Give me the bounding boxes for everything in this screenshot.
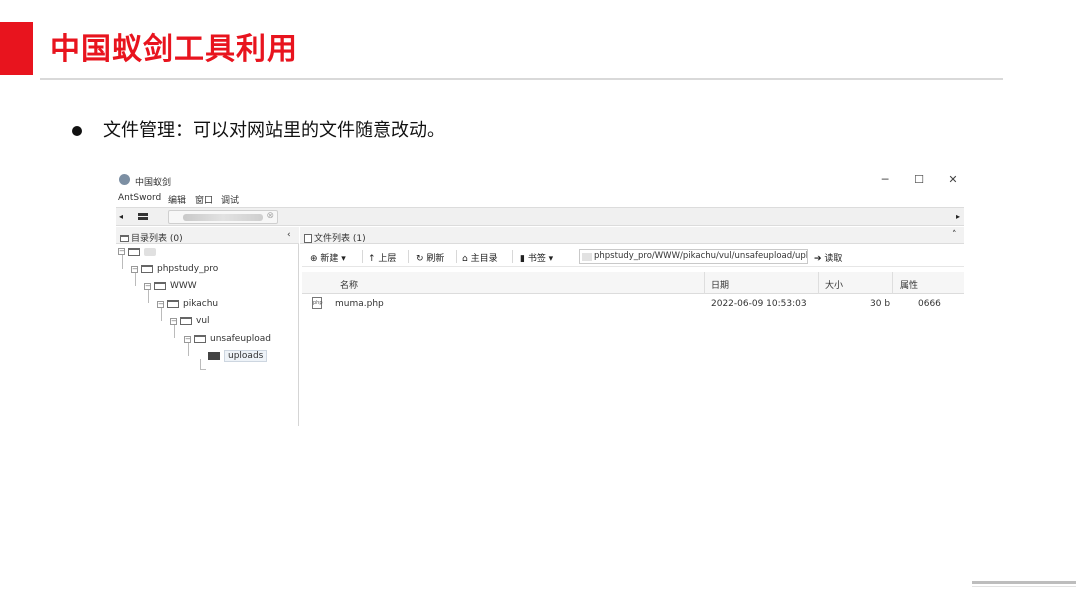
file-size: 30 b [870,299,891,309]
column-divider [704,272,705,294]
tree-item-vul[interactable]: − vul [170,316,210,330]
collapse-toggle-icon[interactable]: − [184,335,191,343]
folder-icon [167,300,179,308]
title-accent-bar [0,22,33,75]
tree-item-label: vul [196,316,210,326]
slide-title: 中国蚁剑工具利用 [50,32,298,67]
antsword-window: 中国蚁剑 ─ ☐ ✕ AntSword 编辑 窗口 调试 ◂ ⊗ ▸ 目录列表 … [116,170,964,426]
column-divider [818,272,819,294]
directory-panel: 目录列表 (0) ‹ − − phpstudy_pro − WWW − pikachu… [116,227,299,426]
redacted-host [183,214,263,221]
tree-item-uploads[interactable]: uploads [208,350,268,365]
collapse-toggle-icon[interactable]: − [157,300,164,308]
menu-edit[interactable]: 编辑 [168,193,186,206]
collapse-up-button[interactable]: ˄ [952,230,957,240]
menu-window[interactable]: 窗口 [195,193,213,206]
tree-item-www[interactable]: − WWW [144,281,197,295]
tree-guide [200,369,206,370]
file-name[interactable]: muma.php [335,299,384,309]
antsword-logo-icon [119,174,130,185]
directory-panel-header: 目录列表 (0) ‹ [116,227,299,244]
path-input[interactable]: phpstudy_pro/WWW/pikachu/vul/unsafeuploa… [579,249,808,264]
title-divider [40,78,1003,80]
folder-icon [128,247,140,256]
home-dir-button[interactable]: ⌂ 主目录 [462,251,498,264]
file-toolbar: ⊕ 新建 ▾ ↑ 上层 ↻ 刷新 ⌂ 主目录 ▮ 书签 ▾ phpstudy_p… [302,247,964,267]
file-date: 2022-06-09 10:53:03 [711,299,807,309]
folder-icon [154,282,166,290]
footer-decoration [972,581,1076,584]
window-title: 中国蚁剑 [135,178,172,188]
tree-guide [200,359,201,369]
column-divider [892,272,893,294]
folder-open-icon [208,352,220,360]
collapse-toggle-icon[interactable]: − [131,265,138,273]
minimize-button[interactable]: ─ [874,172,896,188]
close-button[interactable]: ✕ [942,172,964,188]
folder-icon [180,317,192,325]
read-path-button[interactable]: ➔ 读取 [814,251,842,264]
home-grid-icon[interactable] [138,213,148,220]
folder-icon [194,335,206,343]
tab-scroll-right-icon[interactable]: ▸ [956,212,960,221]
file-grid-header: 名称 日期 大小 属性 [302,272,964,294]
tree-item-phpstudy-pro[interactable]: − phpstudy_pro [131,264,218,278]
file-panel-title: 文件列表 (1) [304,231,366,244]
collapse-toggle-icon[interactable]: − [118,248,125,255]
column-date[interactable]: 日期 [711,278,729,291]
tree-item-label: phpstudy_pro [157,264,219,274]
file-icon [304,234,312,243]
tab-bar: ◂ ⊗ ▸ [116,207,964,226]
menu-bar: AntSword 编辑 窗口 调试 [116,191,964,206]
maximize-button[interactable]: ☐ [908,172,930,188]
toolbar-separator [512,250,513,263]
column-size[interactable]: 大小 [825,278,843,291]
refresh-button[interactable]: ↻ 刷新 [416,251,444,264]
tree-item-label: unsafeupload [210,334,271,344]
column-attr[interactable]: 属性 [900,278,918,291]
directory-panel-title: 目录列表 (0) [120,231,183,244]
column-name[interactable]: 名称 [340,278,358,291]
window-titlebar: 中国蚁剑 ─ ☐ ✕ [116,170,964,190]
menu-antsword[interactable]: AntSword [118,193,161,203]
redacted-path-prefix [582,253,592,261]
file-attr: 0666 [918,299,941,309]
file-panel-header: 文件列表 (1) ˄ [300,227,964,244]
tree-item-label: WWW [170,281,197,291]
tree-item-label: pikachu [183,299,219,309]
table-row[interactable]: php muma.php 2022-06-09 10:53:03 30 b 06… [302,296,964,313]
footer-decoration-thin [972,586,1076,587]
tab-shell-host[interactable]: ⊗ [168,210,278,224]
toolbar-separator [362,250,363,263]
tree-root[interactable]: − [118,247,156,261]
redacted-root [144,247,156,256]
collapse-toggle-icon[interactable]: − [144,282,151,290]
collapse-toggle-icon[interactable]: − [170,317,177,325]
toolbar-separator [456,250,457,263]
folder-icon [141,265,153,273]
folder-icon [120,235,129,242]
bookmark-button[interactable]: ▮ 书签 ▾ [520,251,553,264]
tab-scroll-left-icon[interactable]: ◂ [119,212,123,221]
collapse-left-button[interactable]: ‹ [287,230,291,240]
tree-item-unsafeupload[interactable]: − unsafeupload [184,334,271,348]
tree-item-label: uploads [224,350,268,362]
menu-debug[interactable]: 调试 [221,193,239,206]
tree-item-pikachu[interactable]: − pikachu [157,299,218,313]
bullet-icon [72,126,82,136]
php-file-icon: php [312,297,323,309]
new-button[interactable]: ⊕ 新建 ▾ [310,251,346,264]
file-list-panel: 文件列表 (1) ˄ ⊕ 新建 ▾ ↑ 上层 ↻ 刷新 ⌂ 主目录 ▮ 书签 ▾… [300,227,964,426]
bullet-text: 文件管理：可以对网站里的文件随意改动。 [103,120,445,141]
tab-close-icon[interactable]: ⊗ [266,211,274,221]
toolbar-separator [408,250,409,263]
up-level-button[interactable]: ↑ 上层 [368,251,396,264]
